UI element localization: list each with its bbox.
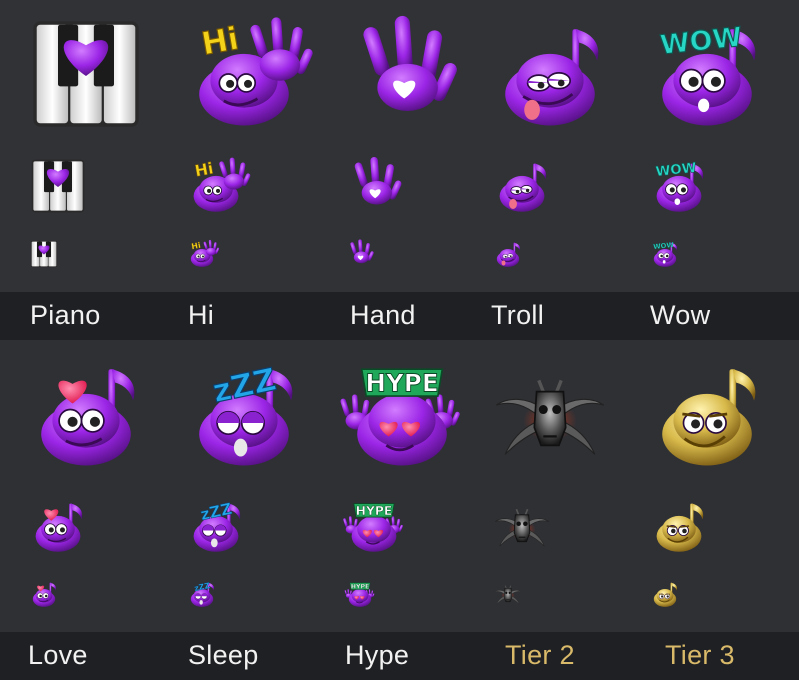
emote-label-love: Love: [28, 640, 88, 670]
hand-heart-icon: [354, 156, 402, 205]
skull-horns-icon: [494, 508, 550, 547]
hand-heart-icon: [363, 15, 457, 111]
sleep-note-icon: zZZ: [199, 361, 293, 466]
wow-note-icon-medium: WOW: [651, 158, 707, 214]
piano-heart-icon-small: [30, 240, 58, 268]
hype-note-icon: HYPE: [343, 503, 403, 552]
svg-text:Hi: Hi: [191, 241, 202, 252]
svg-text:HYPE: HYPE: [351, 583, 369, 590]
troll-note-icon: [496, 242, 521, 267]
hype-note-icon: HYPE: [340, 368, 460, 466]
emote-label-piano: Piano: [30, 300, 101, 330]
golden-note-icon-medium: [651, 498, 707, 554]
svg-text:Hi: Hi: [193, 158, 215, 180]
hype-note-icon: HYPE: [344, 582, 375, 607]
emote-label-troll: Troll: [491, 300, 544, 330]
skull-horns-icon: [494, 585, 522, 605]
hand-heart-icon-medium: [346, 156, 402, 214]
piano-heart-icon-medium: [30, 158, 86, 214]
emote-label-tier-2: Tier 2: [505, 640, 575, 670]
wow-note-icon: WOW: [653, 241, 678, 267]
label-bar-row-1: Piano Hi Hand Troll Wow: [0, 292, 799, 340]
troll-note-icon-small: [494, 240, 522, 268]
emote-label-tier-3: Tier 3: [665, 640, 735, 670]
hand-heart-icon-small: [346, 239, 374, 268]
hi-wave-icon-large: Hi: [188, 17, 313, 130]
wow-note-icon-small: WOW: [651, 240, 679, 268]
piano-heart-icon: [30, 240, 58, 268]
hi-wave-icon: Hi: [191, 239, 220, 267]
wow-note-icon: WOW: [655, 161, 704, 212]
troll-note-icon: [505, 29, 599, 126]
love-note-icon: [32, 582, 57, 607]
hype-note-icon-small: HYPE: [344, 580, 375, 608]
golden-note-icon: [656, 503, 704, 552]
hi-wave-icon-small: Hi: [188, 239, 220, 268]
sleep-note-icon-large: zZZ: [188, 358, 300, 470]
love-note-icon: [35, 503, 83, 552]
troll-note-icon-medium: [494, 158, 550, 214]
golden-note-icon-large: [651, 358, 763, 470]
wow-note-icon-large: WOW: [651, 18, 763, 130]
hi-wave-icon: Hi: [198, 17, 313, 126]
hand-heart-icon-large: [346, 15, 458, 130]
love-note-icon-large: [30, 358, 142, 470]
emote-label-wow: Wow: [650, 300, 711, 330]
emote-label-hype: Hype: [345, 640, 410, 670]
sleep-note-icon: zZZ: [190, 581, 215, 607]
emote-label-sleep: Sleep: [188, 640, 259, 670]
hi-wave-icon: Hi: [193, 157, 251, 212]
wow-note-icon: WOW: [658, 21, 756, 126]
emote-label-hand: Hand: [350, 300, 416, 330]
skull-horns-icon: [495, 379, 605, 455]
label-bar-row-2: Love Sleep Hype Tier 2 Tier 3: [0, 632, 799, 680]
golden-note-icon-small: [651, 580, 679, 608]
piano-heart-icon: [33, 21, 139, 127]
sleep-note-icon-medium: zZZ: [188, 498, 244, 554]
emote-label-hi: Hi: [188, 300, 215, 330]
skull-horns-icon-large: [494, 358, 606, 470]
golden-note-icon: [653, 582, 678, 607]
love-note-icon: [41, 369, 135, 466]
piano-heart-icon: [31, 159, 85, 213]
piano-heart-icon-large: [30, 18, 142, 130]
hand-heart-icon: [350, 239, 374, 264]
svg-text:Hi: Hi: [199, 21, 242, 63]
sleep-note-icon: zZZ: [193, 499, 241, 552]
love-note-icon-small: [30, 580, 58, 608]
hype-note-icon-large: HYPE: [340, 358, 460, 470]
emote-sheet: Piano Hi Hand Troll Wow Love Sleep Hype …: [0, 0, 799, 680]
golden-note-icon: [662, 369, 756, 466]
hi-wave-icon-medium: Hi: [188, 157, 251, 214]
skull-horns-icon-medium: [494, 498, 550, 554]
svg-text:HYPE: HYPE: [365, 369, 438, 398]
skull-horns-icon-small: [494, 580, 522, 608]
troll-note-icon-large: [494, 18, 606, 130]
love-note-icon-medium: [30, 498, 86, 554]
svg-text:HYPE: HYPE: [356, 504, 393, 518]
troll-note-icon: [499, 163, 547, 212]
sleep-note-icon-small: zZZ: [188, 580, 216, 608]
hype-note-icon-medium: HYPE: [343, 498, 403, 554]
